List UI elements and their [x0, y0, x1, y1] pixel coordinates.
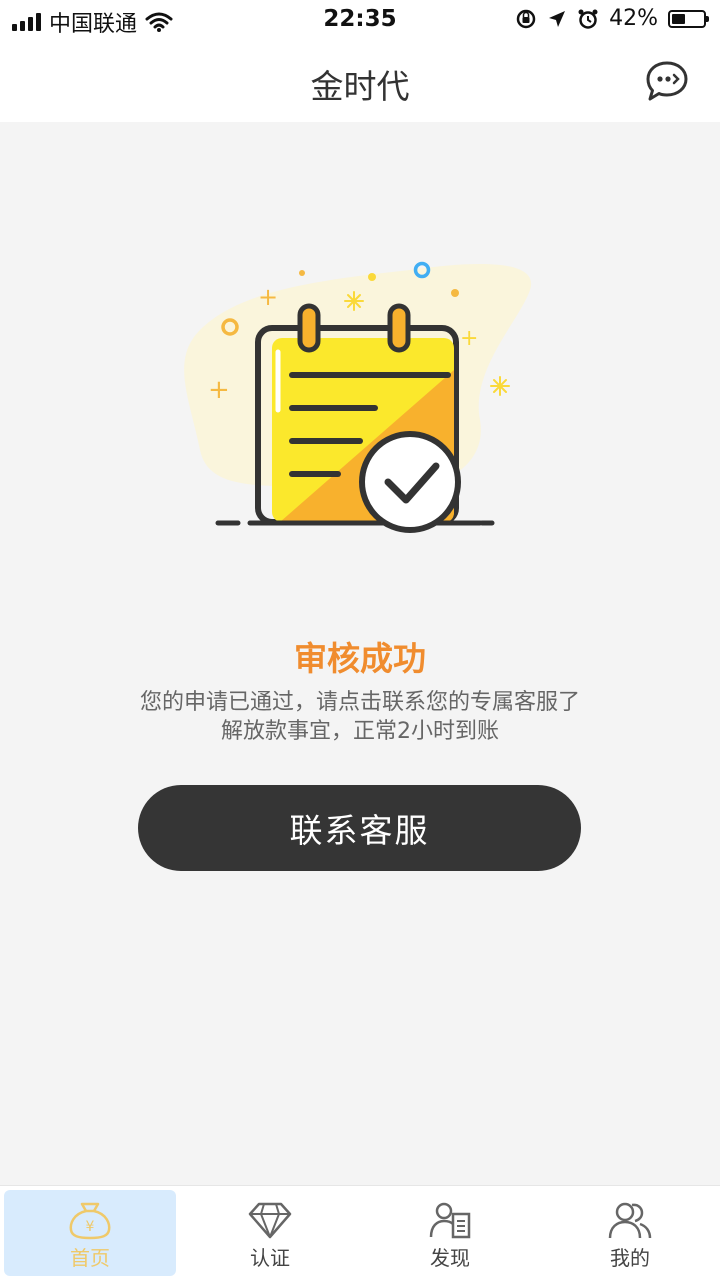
- svg-text:+: +: [460, 326, 478, 351]
- contact-service-button[interactable]: 联系客服: [138, 785, 581, 871]
- tab-mine-label: 我的: [610, 1246, 650, 1270]
- status-bar: 中国联通 22:35 42%: [0, 0, 720, 40]
- battery-icon: [668, 9, 709, 28]
- users-icon: [608, 1202, 652, 1239]
- tab-mine[interactable]: 我的: [544, 1190, 716, 1276]
- tab-discover[interactable]: 发现: [364, 1190, 536, 1276]
- tab-certify-label: 认证: [250, 1246, 290, 1270]
- tab-home[interactable]: ¥ 首页: [4, 1190, 176, 1276]
- diamond-icon: [248, 1202, 292, 1239]
- battery-fill: [672, 13, 685, 24]
- rotation-lock-icon: [516, 9, 536, 28]
- battery-percent: 42%: [609, 6, 658, 31]
- result-description-line1: 您的申请已通过，请点击联系您的专属客服了: [139, 690, 580, 715]
- result-title: 审核成功: [294, 639, 426, 678]
- navigation-bar: 金时代: [0, 40, 720, 122]
- chat-button[interactable]: [644, 60, 690, 104]
- result-description-line2: 解放款事宜，正常2小时到账: [221, 719, 499, 744]
- location-arrow-icon: [549, 10, 566, 27]
- tab-certify[interactable]: 认证: [184, 1190, 356, 1276]
- page-title: 金时代: [310, 67, 410, 106]
- approved-notepad-illustration: + + +: [184, 261, 532, 533]
- tab-bar: ¥ 首页 认证 发现 我的: [0, 1185, 720, 1280]
- alarm-icon: [578, 9, 598, 29]
- svg-text:¥: ¥: [86, 1219, 95, 1235]
- svg-text:+: +: [208, 375, 230, 405]
- status-right: 42%: [515, 6, 709, 31]
- svg-text:+: +: [258, 283, 278, 311]
- tab-home-label: 首页: [70, 1246, 110, 1270]
- user-document-icon: [429, 1202, 471, 1239]
- chat-bubble-icon: [646, 61, 688, 101]
- result-description: 您的申请已通过，请点击联系您的专属客服了 解放款事宜，正常2小时到账: [110, 688, 610, 746]
- tab-discover-label: 发现: [430, 1246, 470, 1270]
- money-bag-icon: ¥: [69, 1202, 111, 1240]
